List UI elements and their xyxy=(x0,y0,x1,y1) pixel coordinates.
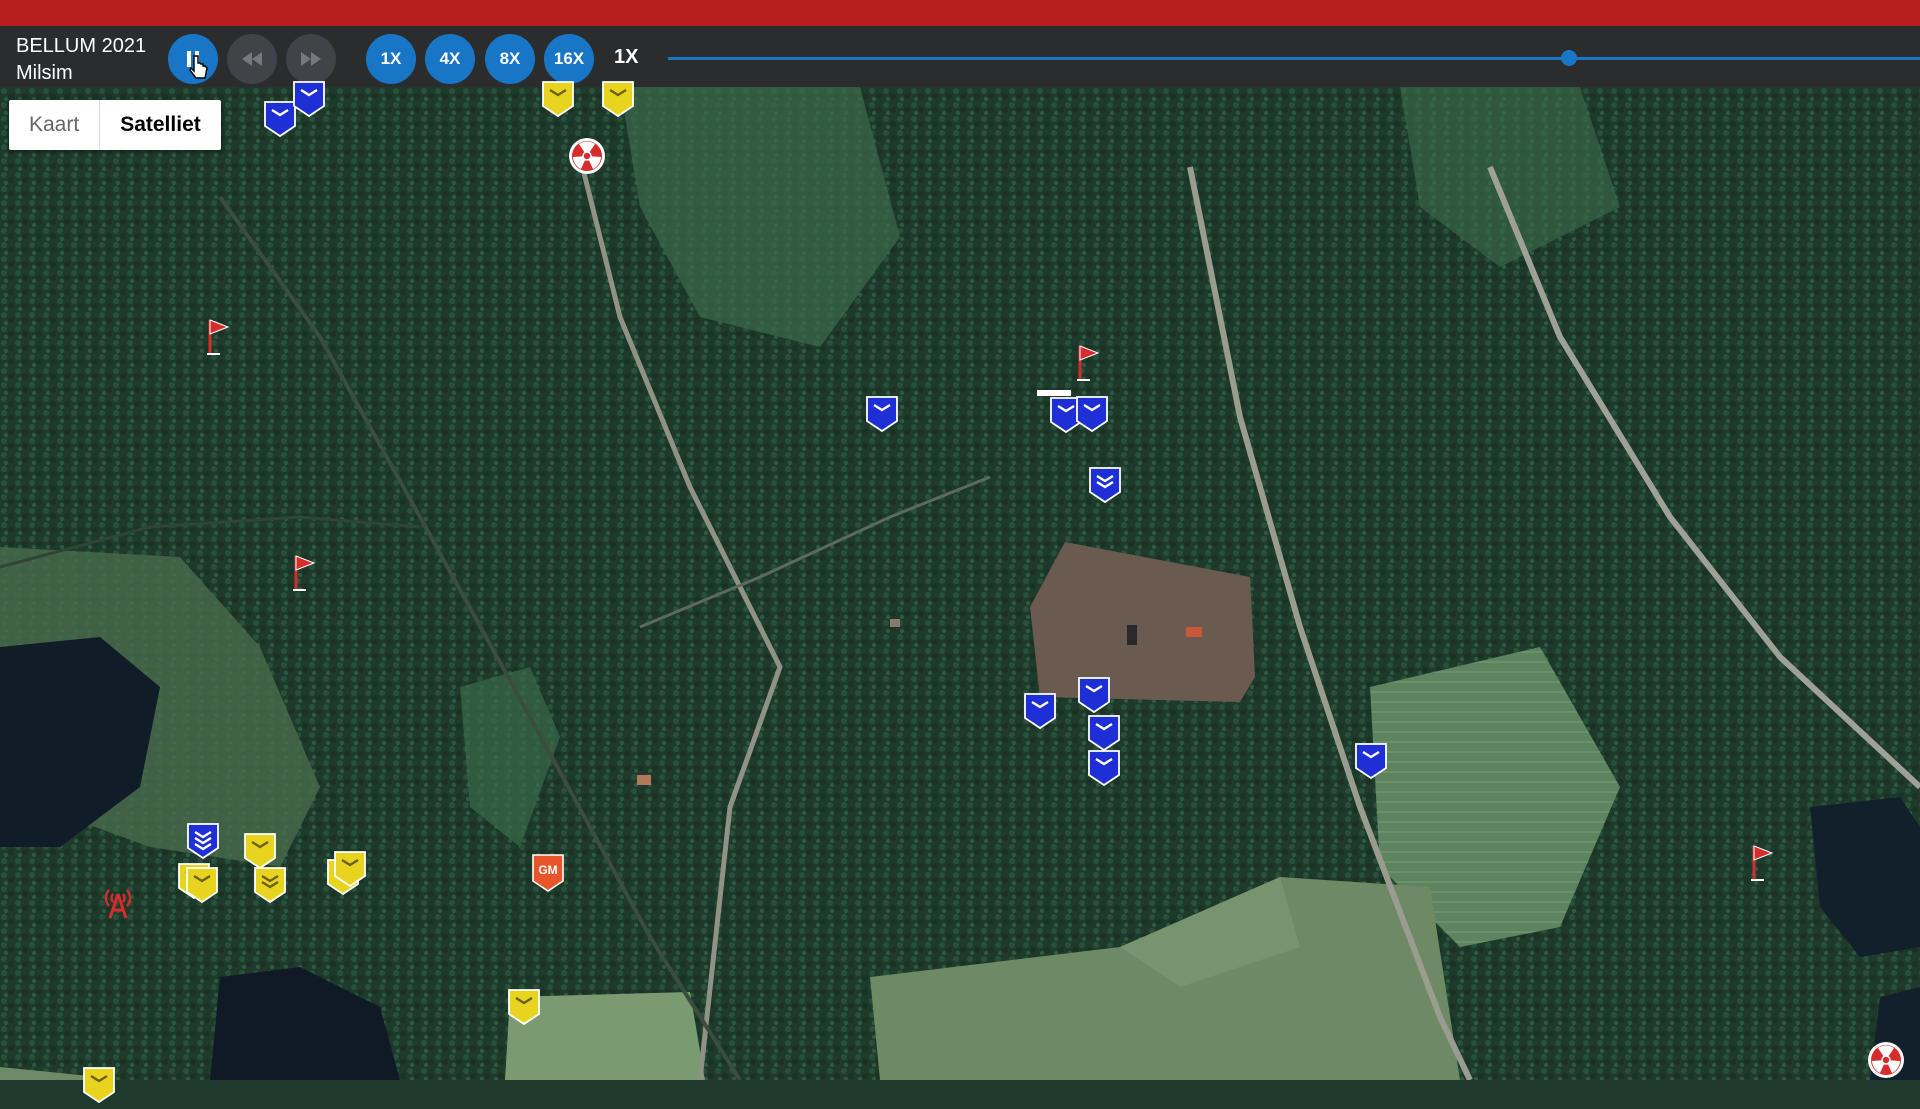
radio-tower-icon xyxy=(104,889,132,919)
yellow-unit-marker[interactable] xyxy=(333,850,367,893)
unit-shield-icon xyxy=(542,81,574,118)
map-type-kaart-button[interactable]: Kaart xyxy=(9,100,99,150)
unit-shield-icon xyxy=(186,867,218,904)
unit-shield-icon xyxy=(1089,467,1121,504)
radio-tower-marker[interactable] xyxy=(98,882,138,927)
unit-shield-icon xyxy=(866,396,898,433)
unit-shield-icon xyxy=(1076,396,1108,433)
blue-unit-marker[interactable] xyxy=(1077,676,1111,719)
speed-8x-button[interactable]: 8X xyxy=(485,34,535,84)
radioactive-objective-icon xyxy=(1868,1042,1904,1078)
blue-unit-marker[interactable] xyxy=(1075,395,1109,438)
unit-shield-icon xyxy=(1024,693,1056,730)
blue-unit-marker[interactable] xyxy=(1088,466,1122,509)
map-type-control: Kaart Satelliet xyxy=(9,100,221,150)
top-status-bar xyxy=(0,0,1920,26)
satellite-map[interactable] xyxy=(0,87,1920,1080)
map-type-satelliet-button[interactable]: Satelliet xyxy=(99,100,221,150)
satellite-imagery xyxy=(0,87,1920,1080)
red-flag-icon xyxy=(1077,345,1100,381)
unit-shield-icon xyxy=(1355,743,1387,780)
blue-unit-marker[interactable] xyxy=(1023,692,1057,735)
objective-flag-marker[interactable] xyxy=(290,552,318,601)
unit-shield-icon xyxy=(508,989,540,1026)
app-title: BELLUM 2021 Milsim xyxy=(16,33,146,87)
unit-shield-icon xyxy=(1088,750,1120,787)
svg-text:GM: GM xyxy=(538,863,557,877)
blue-unit-marker[interactable] xyxy=(865,395,899,438)
blue-unit-marker[interactable] xyxy=(1354,742,1388,785)
radioactive-objective-marker[interactable] xyxy=(1866,1040,1906,1085)
unit-shield-icon xyxy=(602,81,634,118)
unit-shield-icon xyxy=(187,823,219,860)
unit-shield-icon xyxy=(334,851,366,888)
gm-marker[interactable]: GM xyxy=(530,853,566,898)
unit-shield-icon xyxy=(1088,715,1120,752)
speed-16x-button[interactable]: 16X xyxy=(544,34,594,84)
yellow-unit-marker[interactable] xyxy=(82,1066,116,1109)
yellow-unit-marker[interactable] xyxy=(253,866,287,909)
unit-shield-icon xyxy=(293,81,325,118)
speed-4x-button[interactable]: 4X xyxy=(425,34,475,84)
app-title-subtitle: Milsim xyxy=(16,62,73,84)
unit-shield-icon xyxy=(254,867,286,904)
red-flag-icon xyxy=(293,555,316,591)
red-flag-icon xyxy=(1751,845,1774,881)
speed-1x-button[interactable]: 1X xyxy=(366,34,416,84)
fast-forward-icon xyxy=(301,52,321,66)
yellow-unit-marker[interactable] xyxy=(185,866,219,909)
rewind-button[interactable] xyxy=(227,34,277,84)
objective-flag-marker[interactable] xyxy=(1074,342,1102,391)
objective-flag-marker[interactable] xyxy=(204,316,232,365)
unit-selection-label xyxy=(1037,390,1071,396)
blue-unit-marker[interactable] xyxy=(1087,749,1121,792)
mouse-cursor-icon xyxy=(189,55,208,79)
yellow-unit-marker[interactable] xyxy=(507,988,541,1031)
radioactive-objective-marker[interactable] xyxy=(567,136,607,181)
timeline-slider-track[interactable] xyxy=(668,57,1920,60)
unit-shield-icon xyxy=(244,833,276,870)
radioactive-objective-icon xyxy=(569,138,605,174)
unit-shield-icon xyxy=(83,1067,115,1104)
app-title-name: BELLUM 2021 xyxy=(16,35,147,57)
current-speed-label: 1X xyxy=(614,46,639,68)
blue-unit-marker[interactable] xyxy=(292,80,326,123)
rewind-icon xyxy=(242,52,262,66)
yellow-unit-marker[interactable] xyxy=(601,80,635,123)
yellow-unit-marker[interactable] xyxy=(541,80,575,123)
blue-unit-marker[interactable] xyxy=(186,822,220,865)
objective-flag-marker[interactable] xyxy=(1748,842,1776,891)
red-flag-icon xyxy=(207,319,230,355)
gm-marker-icon: GM xyxy=(532,854,564,892)
unit-shield-icon xyxy=(1078,677,1110,714)
fast-forward-button[interactable] xyxy=(286,34,336,84)
